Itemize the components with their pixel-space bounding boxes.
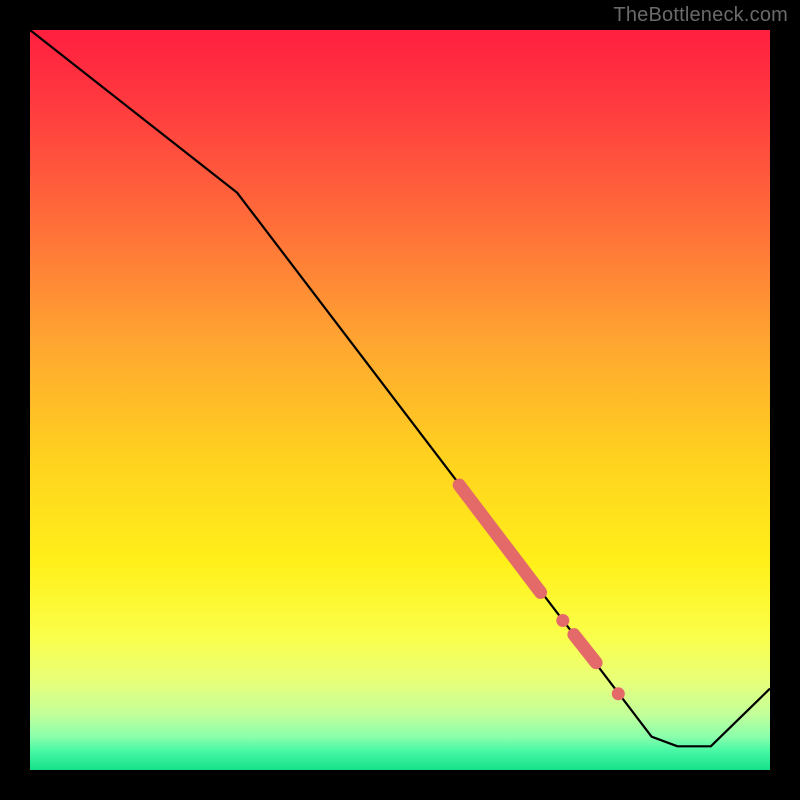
chart-stage: TheBottleneck.com	[0, 0, 800, 800]
plot-background	[30, 30, 770, 770]
chart-svg	[0, 0, 800, 800]
highlight-dot	[612, 687, 625, 700]
highlight-dot	[556, 614, 569, 627]
